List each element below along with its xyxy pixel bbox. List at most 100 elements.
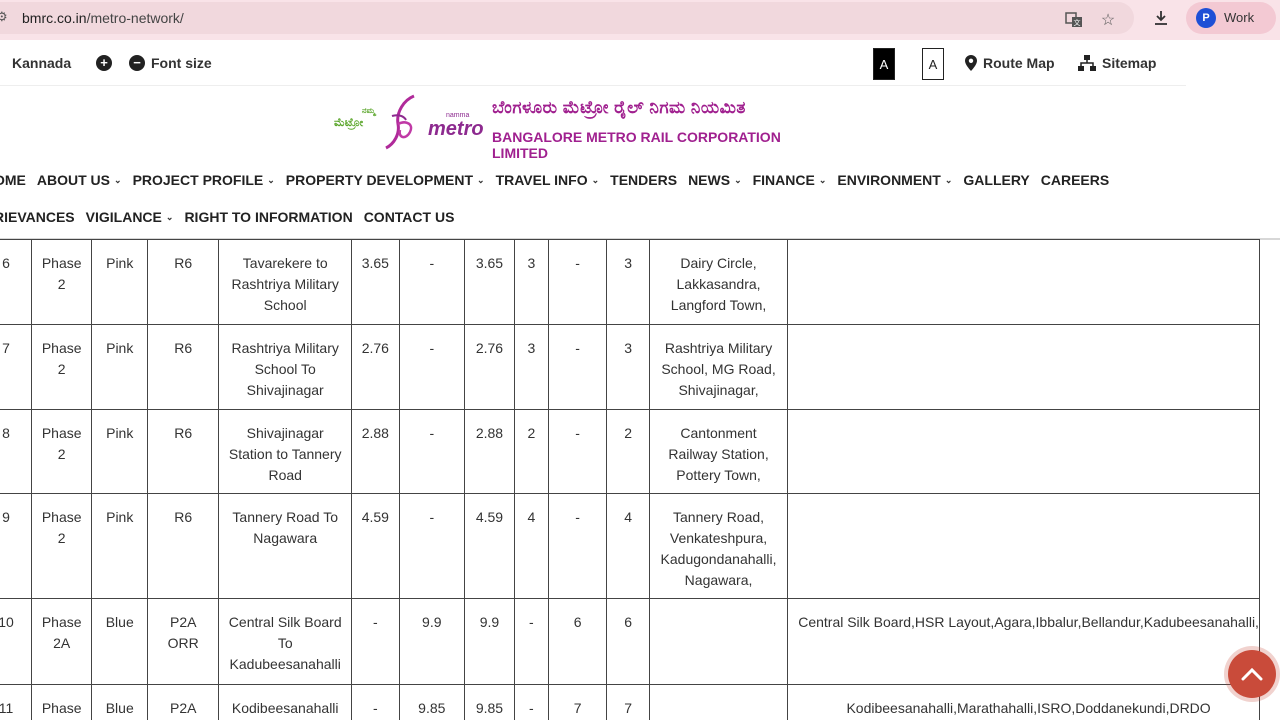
cell-elevated: 2.88	[351, 409, 400, 494]
site-info-icon[interactable]: ⚙	[0, 10, 10, 24]
nav-item-label: PROJECT PROFILE	[132, 172, 264, 188]
cell-stations-b: Central Silk Board,HSR Layout,Agara,Ibba…	[787, 598, 1260, 685]
profile-label: Work	[1224, 10, 1255, 25]
nav-row-secondary: RIEVANCES VIGILANCE ⌄ RIGHT TO INFORMATION C…	[0, 209, 465, 225]
nav-item-careers[interactable]: CAREERS	[1041, 172, 1109, 188]
cell-st-total: 7	[606, 684, 650, 720]
cell-phase: Phase 2	[31, 324, 93, 410]
cell-elevated: 4.59	[351, 493, 400, 599]
nav-item-label: VIGILANCE	[85, 209, 162, 225]
nav-item-environment[interactable]: ENVIRONMENT ⌄	[837, 172, 952, 188]
cell-elevated: 2.76	[351, 324, 400, 410]
site-logo[interactable]: ನಮ್ಮ ಮೆಟ್ರೋ namma metro ಬೆಂಗಳೂರು ಮೆಟ್ರೋ …	[334, 94, 804, 161]
nav-item-about-us[interactable]: ABOUT US ⌄	[37, 172, 122, 188]
scroll-to-top-button[interactable]	[1228, 650, 1276, 698]
cell-reach: P2A ORR	[147, 684, 220, 720]
cell-no: 10	[0, 598, 33, 685]
sitemap-label: Sitemap	[1102, 55, 1157, 71]
translate-icon[interactable]: 文	[1064, 10, 1084, 30]
nav-item-gallery[interactable]: GALLERY	[963, 172, 1029, 188]
chevron-down-icon: ⌄	[944, 174, 953, 185]
sitemap-icon	[1078, 55, 1096, 71]
cell-line: Pink	[91, 493, 149, 599]
cell-st-elev: 3	[513, 239, 549, 325]
address-bar[interactable]: ⚙ bmrc.co.in/metro-network/ 文 ☆	[0, 2, 1134, 34]
nav-item-label: FINANCE	[752, 172, 815, 188]
nav-item-label: GALLERY	[963, 172, 1030, 188]
chevron-up-icon	[1241, 667, 1263, 681]
font-increase-button[interactable]: +	[96, 55, 112, 71]
browser-toolbar: ⚙ bmrc.co.in/metro-network/ 文 ☆ P Work	[0, 0, 1280, 40]
cell-st-elev: 3	[513, 324, 549, 410]
table-row: 9 Phase 2 Pink R6 Tannery Road To Nagawara 4.…	[0, 493, 1260, 599]
cell-section: Tannery Road To Nagawara	[218, 493, 353, 599]
map-pin-icon	[965, 55, 977, 71]
high-contrast-button[interactable]: A	[873, 48, 895, 80]
logo-namma-kn: ನಮ್ಮ	[362, 106, 376, 115]
cell-stations-a: Cantonment Railway Station, Pottery Town…	[648, 409, 789, 494]
chevron-down-icon: ⌄	[477, 174, 485, 185]
nav-item-property-development[interactable]: PROPERTY DEVELOPMENT ⌄	[286, 172, 485, 188]
normal-contrast-button[interactable]: A	[922, 48, 944, 80]
kannada-link[interactable]: Kannada	[0, 55, 71, 71]
metro-network-table-container[interactable]: 6 Phase 2 Pink R6 Tavarekere to Rashtriya Mi…	[0, 239, 1280, 720]
nav-item-vigilance[interactable]: VIGILANCE ⌄	[86, 209, 174, 225]
cell-phase: Phase	[31, 684, 93, 720]
cell-underground: 9.85	[398, 684, 465, 720]
table-row: 7 Phase 2 Pink R6 Rashtriya Military School …	[0, 324, 1260, 410]
plus-circle-icon: +	[96, 55, 112, 71]
cell-stations-a: Tannery Road, Venkateshpura, Kadugondana…	[648, 493, 789, 599]
cell-line: Pink	[91, 324, 149, 410]
cell-total: 2.88	[463, 409, 515, 494]
nav-item-label: ENVIRONMENT	[837, 172, 941, 188]
cell-line: Blue	[91, 598, 149, 685]
nav-item-travel-info[interactable]: TRAVEL INFO ⌄	[496, 172, 600, 188]
url-text[interactable]: bmrc.co.in/metro-network/	[22, 10, 184, 26]
cell-stations-b	[787, 493, 1260, 599]
cell-st-elev: -	[513, 684, 549, 720]
chevron-down-icon: ⌄	[165, 211, 174, 222]
nav-item-ome[interactable]: OME	[0, 172, 26, 188]
cell-total: 3.65	[463, 239, 515, 325]
nav-item-tenders[interactable]: TENDERS	[610, 172, 677, 188]
nav-item-contact-us[interactable]: CONTACT US	[364, 209, 455, 225]
cell-no: 6	[0, 239, 33, 325]
logo-swirl-icon	[385, 94, 415, 150]
cell-stations-a: Rashtriya Military School, MG Road, Shiv…	[648, 324, 789, 410]
main-navigation: OMEABOUT US⌄PROJECT PROFILE⌄PROPERTY DEV…	[0, 162, 1186, 238]
logo-kannada-small: ನಮ್ಮ ಮೆಟ್ರೋ	[334, 104, 375, 130]
cell-phase: Phase 2	[31, 409, 93, 494]
table-row: 10Phase 2ABlueP2A ORRCentral Silk Board …	[0, 598, 1260, 685]
cell-stations-b	[787, 409, 1260, 494]
cell-line: Pink	[91, 409, 149, 494]
url-host: bmrc.co.in	[22, 10, 87, 26]
nav-item-project-profile[interactable]: PROJECT PROFILE ⌄	[133, 172, 275, 188]
chevron-down-icon: ⌄	[267, 174, 275, 185]
chevron-down-icon: ⌄	[591, 174, 600, 185]
nav-item-news[interactable]: NEWS ⌄	[688, 172, 742, 188]
font-size-control[interactable]: − Font size	[129, 55, 212, 71]
cell-st-total: 6	[606, 598, 650, 685]
chevron-down-icon: ⌄	[734, 174, 742, 185]
cell-st-ug: -	[547, 324, 608, 410]
route-map-link[interactable]: Route Map	[965, 55, 1055, 71]
nav-item-label: TENDERS	[610, 172, 678, 188]
kannada-label: Kannada	[12, 55, 72, 71]
download-icon[interactable]	[1151, 8, 1171, 28]
nav-item-label: NEWS	[688, 172, 731, 188]
cell-st-ug: -	[547, 239, 608, 325]
profile-button[interactable]: P Work	[1186, 2, 1276, 34]
cell-st-ug: 6	[547, 598, 608, 685]
cell-st-elev: -	[513, 598, 549, 685]
nav-item-finance[interactable]: FINANCE ⌄	[753, 172, 827, 188]
cell-section: Shivajinagar Station to Tannery Road	[218, 409, 353, 494]
url-path: /metro-network/	[86, 10, 184, 26]
nav-item-label: ABOUT US	[36, 172, 111, 188]
bookmark-star-icon[interactable]: ☆	[1098, 10, 1118, 30]
nav-item-label: TRAVEL INFO	[495, 172, 588, 188]
nav-item-rievances[interactable]: RIEVANCES	[0, 209, 75, 225]
cell-st-ug: -	[547, 493, 608, 599]
nav-item-right-to-information[interactable]: RIGHT TO INFORMATION	[184, 209, 352, 225]
nav-item-label: PROPERTY DEVELOPMENT	[285, 172, 474, 188]
sitemap-link[interactable]: Sitemap	[1078, 55, 1156, 71]
